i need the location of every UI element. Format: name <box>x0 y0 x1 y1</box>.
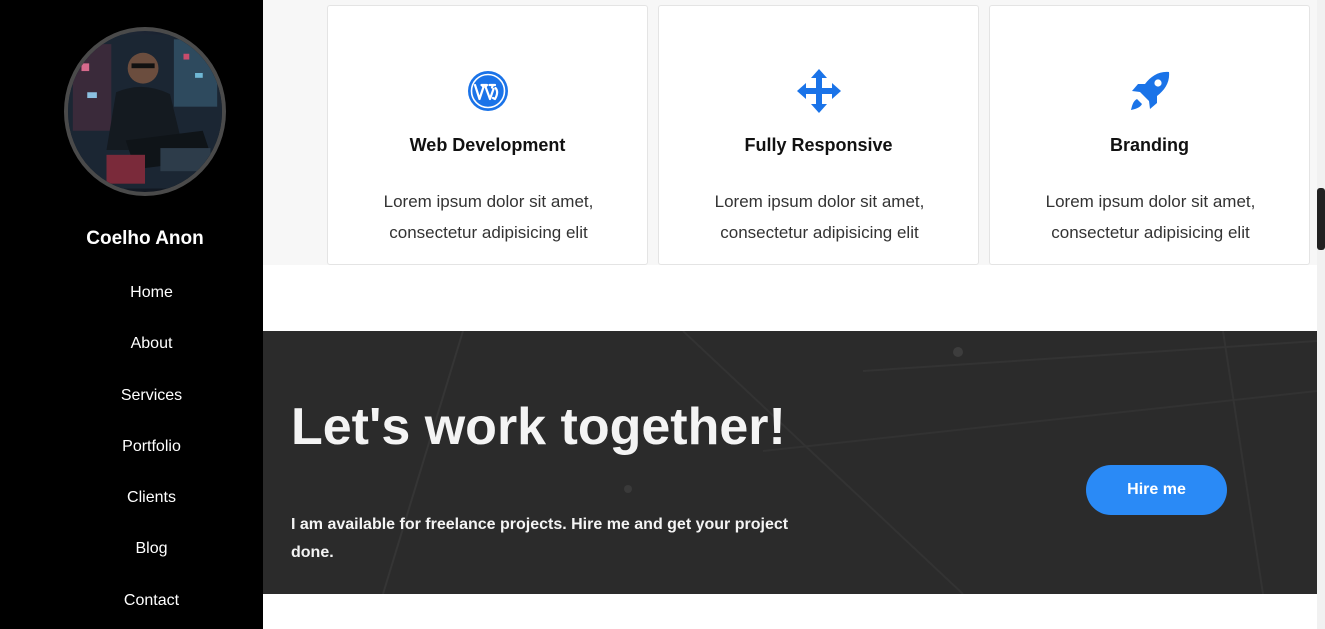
sidebar-nav: Home About Services Portfolio Clients Bl… <box>0 280 303 629</box>
sidebar: Coelho Anon Home About Services Portfoli… <box>0 0 263 629</box>
service-description: Lorem ipsum dolor sit amet, consectetur … <box>714 192 925 242</box>
service-title: Web Development <box>409 135 566 155</box>
nav-item-portfolio[interactable]: Portfolio <box>0 434 303 485</box>
service-description: Lorem ipsum dolor sit amet, consectetur … <box>383 192 594 242</box>
profile-avatar <box>64 27 226 196</box>
hire-me-button[interactable]: Hire me <box>1086 465 1227 515</box>
nav-item-about[interactable]: About <box>0 331 303 382</box>
profile-name: Coelho Anon <box>86 228 204 249</box>
scrollbar-thumb[interactable] <box>1317 188 1325 250</box>
cta-title: Let's work together! <box>291 398 786 456</box>
main-content: Web Development Lorem ipsum dolor sit am… <box>263 0 1317 629</box>
nav-item-services[interactable]: Services <box>0 383 303 434</box>
scrollbar[interactable] <box>1317 0 1325 629</box>
nav-item-clients[interactable]: Clients <box>0 485 303 536</box>
arrows-move-icon <box>659 68 978 114</box>
cta-description: I am available for freelance projects. H… <box>291 516 789 561</box>
service-card: Fully Responsive Lorem ipsum dolor sit a… <box>658 5 979 265</box>
nav-item-blog[interactable]: Blog <box>0 536 303 587</box>
services-section: Web Development Lorem ipsum dolor sit am… <box>263 0 1317 265</box>
rocket-icon <box>990 68 1309 114</box>
service-card: Branding Lorem ipsum dolor sit amet, con… <box>989 5 1310 265</box>
service-title: Fully Responsive <box>744 135 893 155</box>
service-description: Lorem ipsum dolor sit amet, consectetur … <box>1045 192 1256 242</box>
service-card: Web Development Lorem ipsum dolor sit am… <box>327 5 648 265</box>
service-title: Branding <box>1110 135 1189 155</box>
nav-item-home[interactable]: Home <box>0 280 303 331</box>
wordpress-icon <box>328 68 647 114</box>
profile-photo <box>68 34 222 189</box>
hire-banner: Let's work together! I am available for … <box>263 331 1317 594</box>
nav-item-contact[interactable]: Contact <box>0 588 303 629</box>
